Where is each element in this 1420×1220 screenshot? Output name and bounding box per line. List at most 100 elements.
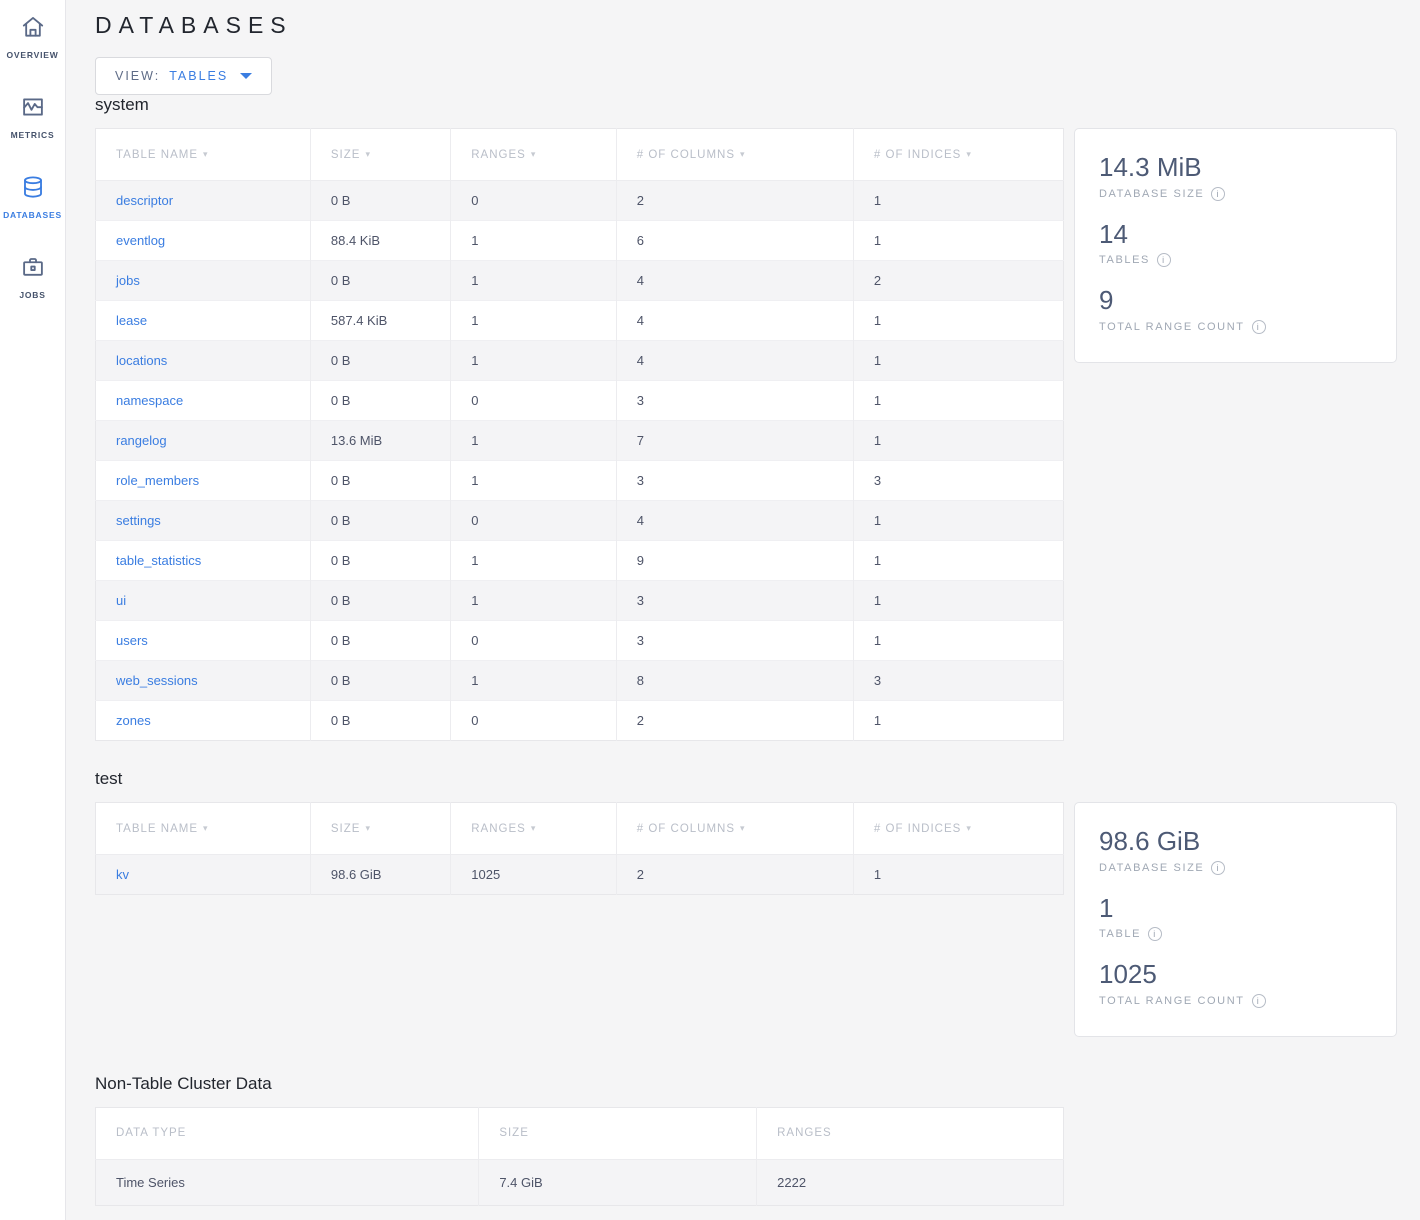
table-name-link[interactable]: table_statistics bbox=[96, 541, 311, 581]
sort-arrow-icon: ▾ bbox=[966, 823, 972, 833]
table-cell: 1 bbox=[853, 181, 1063, 221]
view-dropdown[interactable]: VIEW: TABLES bbox=[95, 57, 272, 95]
table-cell: 1 bbox=[451, 341, 617, 381]
tables-table-wrapper: TABLE NAME▾SIZE▾RANGES▾# OF COLUMNS▾# OF… bbox=[95, 802, 1064, 895]
table-name-link[interactable]: jobs bbox=[96, 261, 311, 301]
table-cell: 0 B bbox=[310, 621, 450, 661]
stat-label: DATABASE SIZE bbox=[1099, 188, 1204, 200]
sidebar-item-metrics[interactable]: METRICS bbox=[0, 88, 65, 168]
table-cell: 0 B bbox=[310, 661, 450, 701]
table-row: kv98.6 GiB102521 bbox=[96, 855, 1064, 895]
table-cell: 98.6 GiB bbox=[310, 855, 450, 895]
column-header[interactable]: # OF COLUMNS▾ bbox=[616, 803, 853, 855]
table-row: role_members0 B133 bbox=[96, 461, 1064, 501]
table-row: ui0 B131 bbox=[96, 581, 1064, 621]
view-dropdown-label: VIEW: bbox=[115, 69, 160, 83]
info-icon[interactable]: i bbox=[1252, 320, 1266, 334]
non-table-section-heading: Non-Table Cluster Data bbox=[95, 1074, 1420, 1094]
column-header[interactable]: SIZE▾ bbox=[310, 803, 450, 855]
database-section-heading: test bbox=[95, 769, 1420, 789]
table-cell: 1 bbox=[451, 221, 617, 261]
table-cell: 0 bbox=[451, 381, 617, 421]
table-row: table_statistics0 B191 bbox=[96, 541, 1064, 581]
table-cell: 1 bbox=[853, 301, 1063, 341]
sort-arrow-icon: ▾ bbox=[531, 823, 537, 833]
table-cell: 1 bbox=[853, 621, 1063, 661]
non-table-table: DATA TYPESIZERANGESTime Series7.4 GiB222… bbox=[95, 1107, 1064, 1206]
table-name-link[interactable]: role_members bbox=[96, 461, 311, 501]
table-cell: 4 bbox=[616, 261, 853, 301]
table-name-link[interactable]: namespace bbox=[96, 381, 311, 421]
table-row: zones0 B021 bbox=[96, 701, 1064, 741]
table-cell: 587.4 KiB bbox=[310, 301, 450, 341]
table-name-link[interactable]: rangelog bbox=[96, 421, 311, 461]
column-header[interactable]: TABLE NAME▾ bbox=[96, 129, 311, 181]
table-cell: 2 bbox=[616, 855, 853, 895]
table-header-row: TABLE NAME▾SIZE▾RANGES▾# OF COLUMNS▾# OF… bbox=[96, 129, 1064, 181]
column-header[interactable]: SIZE▾ bbox=[310, 129, 450, 181]
column-header[interactable]: TABLE NAME▾ bbox=[96, 803, 311, 855]
sidebar-item-label: DATABASES bbox=[3, 210, 62, 220]
table-header-row: DATA TYPESIZERANGES bbox=[96, 1107, 1064, 1159]
sidebar-item-jobs[interactable]: JOBS bbox=[0, 248, 65, 328]
table-name-link[interactable]: web_sessions bbox=[96, 661, 311, 701]
table-cell: 4 bbox=[616, 501, 853, 541]
table-name-link[interactable]: zones bbox=[96, 701, 311, 741]
non-table-table-wrapper: DATA TYPESIZERANGESTime Series7.4 GiB222… bbox=[95, 1107, 1064, 1206]
table-cell: 0 B bbox=[310, 701, 450, 741]
sort-arrow-icon: ▾ bbox=[740, 149, 746, 159]
database-section-heading: system bbox=[95, 95, 1420, 115]
stat-value: 1 bbox=[1099, 892, 1372, 925]
database-section-test: TABLE NAME▾SIZE▾RANGES▾# OF COLUMNS▾# OF… bbox=[95, 802, 1420, 1037]
stat-label: TOTAL RANGE COUNT bbox=[1099, 321, 1245, 333]
column-header: RANGES bbox=[757, 1107, 1064, 1159]
database-summary-card: 98.6 GiB DATABASE SIZEi 1 TABLEi 1025 TO… bbox=[1074, 802, 1397, 1037]
summary-stat: 1025 TOTAL RANGE COUNTi bbox=[1099, 958, 1372, 1008]
table-name-link[interactable]: locations bbox=[96, 341, 311, 381]
sidebar-item-label: METRICS bbox=[11, 130, 55, 140]
table-cell: 9 bbox=[616, 541, 853, 581]
table-cell: 7.4 GiB bbox=[479, 1159, 757, 1205]
sort-arrow-icon: ▾ bbox=[365, 823, 371, 833]
table-name-link[interactable]: settings bbox=[96, 501, 311, 541]
tables-table: TABLE NAME▾SIZE▾RANGES▾# OF COLUMNS▾# OF… bbox=[95, 802, 1064, 895]
sort-arrow-icon: ▾ bbox=[365, 149, 371, 159]
table-name-link[interactable]: users bbox=[96, 621, 311, 661]
table-cell: 1 bbox=[853, 341, 1063, 381]
table-row: descriptor0 B021 bbox=[96, 181, 1064, 221]
table-name-link[interactable]: eventlog bbox=[96, 221, 311, 261]
table-cell: 3 bbox=[616, 581, 853, 621]
database-section-system: TABLE NAME▾SIZE▾RANGES▾# OF COLUMNS▾# OF… bbox=[95, 128, 1420, 741]
info-icon[interactable]: i bbox=[1211, 187, 1225, 201]
main-content: DATABASES VIEW: TABLES system TABLE NAME… bbox=[66, 0, 1420, 1220]
stat-label: TABLES bbox=[1099, 254, 1150, 266]
table-name-link[interactable]: descriptor bbox=[96, 181, 311, 221]
column-header[interactable]: RANGES▾ bbox=[451, 803, 617, 855]
info-icon[interactable]: i bbox=[1157, 253, 1171, 267]
column-header[interactable]: # OF INDICES▾ bbox=[853, 803, 1063, 855]
table-cell: 0 B bbox=[310, 461, 450, 501]
column-header[interactable]: # OF INDICES▾ bbox=[853, 129, 1063, 181]
column-header: DATA TYPE bbox=[96, 1107, 479, 1159]
table-row: namespace0 B031 bbox=[96, 381, 1064, 421]
stat-value: 9 bbox=[1099, 284, 1372, 317]
info-icon[interactable]: i bbox=[1148, 927, 1162, 941]
table-name-link[interactable]: lease bbox=[96, 301, 311, 341]
table-cell: 2222 bbox=[757, 1159, 1064, 1205]
table-cell: 0 B bbox=[310, 341, 450, 381]
column-header[interactable]: # OF COLUMNS▾ bbox=[616, 129, 853, 181]
sidebar: OVERVIEW METRICS DATABASES bbox=[0, 0, 66, 1220]
home-icon bbox=[20, 14, 46, 45]
column-header[interactable]: RANGES▾ bbox=[451, 129, 617, 181]
table-cell: 6 bbox=[616, 221, 853, 261]
info-icon[interactable]: i bbox=[1252, 994, 1266, 1008]
table-name-link[interactable]: kv bbox=[96, 855, 311, 895]
table-cell: 0 bbox=[451, 181, 617, 221]
table-cell: 0 B bbox=[310, 181, 450, 221]
column-header: SIZE bbox=[479, 1107, 757, 1159]
info-icon[interactable]: i bbox=[1211, 861, 1225, 875]
sidebar-item-overview[interactable]: OVERVIEW bbox=[0, 8, 65, 88]
table-row: eventlog88.4 KiB161 bbox=[96, 221, 1064, 261]
table-name-link[interactable]: ui bbox=[96, 581, 311, 621]
sidebar-item-databases[interactable]: DATABASES bbox=[0, 168, 65, 248]
